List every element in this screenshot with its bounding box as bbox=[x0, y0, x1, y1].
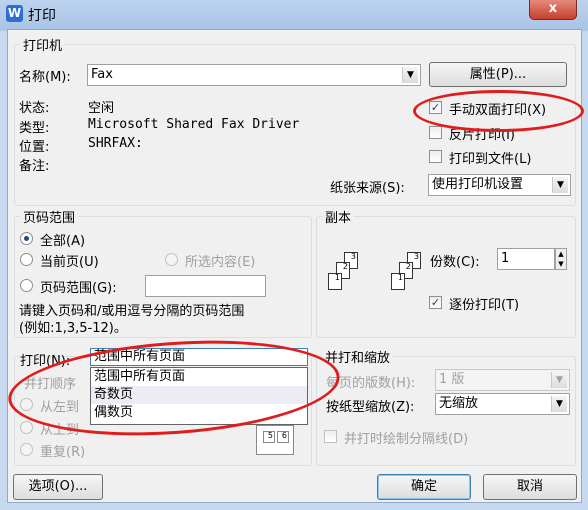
print-dialog-window: W 打印 x 打印机 名称(M): Fax ▼ 属性(P)... 状态: 空闲 … bbox=[0, 0, 588, 510]
print-to-file-label[interactable]: 打印到文件(L) bbox=[449, 148, 531, 167]
collate-label[interactable]: 逐份打印(T) bbox=[449, 294, 519, 313]
print-to-file-checkbox[interactable] bbox=[429, 150, 442, 163]
window-title: 打印 bbox=[28, 8, 56, 24]
location-label: 位置: bbox=[19, 140, 50, 155]
page-range-current-radio[interactable] bbox=[20, 253, 33, 266]
zoom-group-label: 并打和缩放 bbox=[322, 347, 394, 366]
page-range-pages-radio[interactable] bbox=[20, 279, 33, 292]
page-range-selection-label[interactable]: 所选内容(E) bbox=[185, 251, 255, 270]
page-range-group-label: 页码范围 bbox=[20, 207, 79, 226]
draw-borders-checkbox[interactable] bbox=[324, 430, 337, 443]
order-preview-icon: 5 6 bbox=[256, 425, 294, 455]
status-value: 空闲 bbox=[88, 101, 115, 116]
pages-per-sheet-value: 1 版 bbox=[439, 372, 465, 387]
paper-source-select[interactable]: 使用打印机设置 ▼ bbox=[428, 174, 571, 196]
paper-source-value: 使用打印机设置 bbox=[432, 177, 524, 192]
draw-borders-label[interactable]: 并打时绘制分隔线(D) bbox=[344, 428, 468, 447]
collate-checkbox[interactable]: ✓ bbox=[429, 296, 442, 309]
scale-label: 按纸型缩放(Z): bbox=[326, 400, 415, 415]
location-value: SHRFAX: bbox=[88, 136, 143, 151]
chevron-down-icon: ▼ bbox=[551, 396, 567, 412]
type-value: Microsoft Shared Fax Driver bbox=[88, 117, 300, 132]
copies-count-value: 1 bbox=[501, 251, 510, 266]
page-range-current-label[interactable]: 当前页(U) bbox=[40, 251, 99, 270]
page-range-example: (例如:1,3,5-12)。 bbox=[19, 321, 127, 336]
pages-per-sheet-select[interactable]: 1 版 ▼ bbox=[435, 369, 570, 391]
page-range-pages-label[interactable]: 页码范围(G): bbox=[40, 277, 117, 296]
page-range-input[interactable] bbox=[145, 275, 266, 297]
type-label: 类型: bbox=[19, 121, 50, 136]
close-button[interactable]: x bbox=[529, 0, 577, 20]
printer-name-label: 名称(M): bbox=[19, 70, 71, 85]
paper-source-label: 纸张来源(S): bbox=[330, 181, 405, 196]
order-repeat-radio[interactable] bbox=[20, 443, 33, 456]
title-bar: W 打印 x bbox=[0, 0, 588, 28]
order-repeat-label[interactable]: 重复(R) bbox=[40, 441, 85, 460]
annotation-ellipse bbox=[413, 90, 584, 132]
chevron-down-icon: ▼ bbox=[551, 372, 567, 388]
chevron-down-icon: ▼ bbox=[552, 177, 568, 193]
printer-name-value: Fax bbox=[91, 67, 113, 82]
copies-count-input[interactable]: 1 bbox=[497, 248, 555, 270]
ok-button[interactable]: 确定 bbox=[377, 474, 471, 500]
scale-select[interactable]: 无缩放 ▼ bbox=[435, 393, 570, 415]
reverse-print-checkbox[interactable] bbox=[429, 126, 442, 139]
collate-stack-icon: 3 2 1 bbox=[326, 252, 374, 306]
properties-button[interactable]: 属性(P)... bbox=[429, 62, 567, 87]
options-button[interactable]: 选项(O)... bbox=[13, 474, 103, 500]
wps-logo-icon: W bbox=[6, 5, 23, 22]
cancel-button[interactable]: 取消 bbox=[483, 474, 577, 500]
comment-label: 备注: bbox=[19, 159, 50, 174]
copies-spinner[interactable]: ▲ ▼ bbox=[555, 248, 567, 270]
printer-group-label: 打印机 bbox=[20, 35, 66, 54]
scale-value: 无缩放 bbox=[439, 396, 479, 411]
page-range-all-label[interactable]: 全部(A) bbox=[40, 230, 85, 249]
order-top-to-bottom-radio[interactable] bbox=[20, 421, 33, 434]
copies-count-label: 份数(C): bbox=[430, 255, 480, 270]
status-label: 状态: bbox=[19, 101, 50, 116]
copies-group-label: 副本 bbox=[322, 207, 355, 226]
chevron-down-icon: ▼ bbox=[402, 67, 418, 83]
page-range-all-radio[interactable] bbox=[20, 232, 33, 245]
page-range-selection-radio[interactable] bbox=[165, 253, 178, 266]
printer-name-select[interactable]: Fax ▼ bbox=[87, 64, 421, 86]
